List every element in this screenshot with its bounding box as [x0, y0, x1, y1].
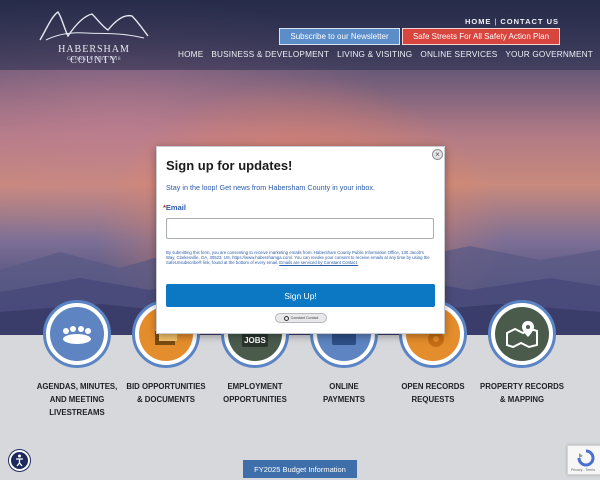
nav-item-government[interactable]: YOUR GOVERNMENT: [505, 50, 593, 59]
site-header: HABERSHAM COUNTY GEORGIA | Est. 1818 HOM…: [0, 0, 600, 70]
service-label-bids[interactable]: BID OPPORTUNITIES & DOCUMENTS: [116, 380, 216, 406]
budget-button[interactable]: FY2025 Budget Information: [243, 460, 357, 478]
constant-contact-icon: [283, 315, 289, 321]
top-link-contact[interactable]: CONTACT US: [500, 17, 559, 26]
consent-text: By submitting this form, you are consent…: [166, 250, 430, 266]
top-link-home[interactable]: HOME: [465, 17, 492, 26]
service-label-open-records[interactable]: OPEN RECORDS REQUESTS: [383, 380, 483, 406]
signup-button[interactable]: Sign Up!: [166, 284, 435, 307]
mountain-logo-icon: [39, 11, 149, 41]
county-logo[interactable]: HABERSHAM COUNTY GEORGIA | Est. 1818: [38, 6, 153, 66]
service-label-payments[interactable]: ONLINE PAYMENTS: [294, 380, 394, 406]
accessibility-button[interactable]: [9, 450, 30, 471]
safety-plan-button[interactable]: Safe Streets For All Safety Action Plan: [402, 28, 560, 45]
constant-contact-badge[interactable]: Constant Contact: [275, 313, 327, 323]
service-label-employment[interactable]: EMPLOYMENT OPPORTUNITIES: [205, 380, 305, 406]
nav-item-living[interactable]: LIVING & VISITING: [337, 50, 412, 59]
jobs-icon-text: JOBS: [244, 336, 266, 345]
constant-contact-link[interactable]: Emails are serviced by Constant Contact.: [279, 260, 358, 265]
separator: |: [494, 17, 498, 26]
recaptcha-badge[interactable]: Privacy - Terms: [567, 445, 600, 475]
logo-title: HABERSHAM COUNTY: [58, 44, 130, 66]
modal-title: Sign up for updates!: [166, 158, 293, 173]
recaptcha-text[interactable]: Privacy - Terms: [571, 468, 595, 472]
service-property-circle[interactable]: [488, 300, 556, 368]
email-label: *Email: [163, 203, 186, 212]
service-agendas-circle[interactable]: [43, 300, 111, 368]
top-links: HOME | CONTACT US: [465, 17, 559, 26]
modal-intro: Stay in the loop! Get news from Habersha…: [166, 183, 375, 192]
recaptcha-icon: [577, 449, 595, 467]
nav-item-home[interactable]: HOME: [178, 50, 203, 59]
nav-item-online-services[interactable]: ONLINE SERVICES: [420, 50, 497, 59]
email-field[interactable]: [166, 218, 434, 239]
signup-modal: × Sign up for updates! Stay in the loop!…: [156, 146, 445, 334]
accessibility-icon: [16, 454, 23, 467]
map-pin-icon: [506, 321, 538, 349]
service-label-agendas[interactable]: AGENDAS, MINUTES, AND MEETING LIVESTREAM…: [27, 380, 127, 419]
newsletter-button[interactable]: Subscribe to our Newsletter: [279, 28, 400, 45]
service-label-property[interactable]: PROPERTY RECORDS & MAPPING: [472, 380, 572, 406]
main-nav: HOME BUSINESS & DEVELOPMENT LIVING & VIS…: [178, 50, 593, 59]
meeting-table-icon: [63, 326, 91, 344]
close-icon[interactable]: ×: [432, 149, 443, 160]
nav-item-business[interactable]: BUSINESS & DEVELOPMENT: [211, 50, 329, 59]
logo-subtitle: GEORGIA | Est. 1818: [66, 57, 122, 62]
